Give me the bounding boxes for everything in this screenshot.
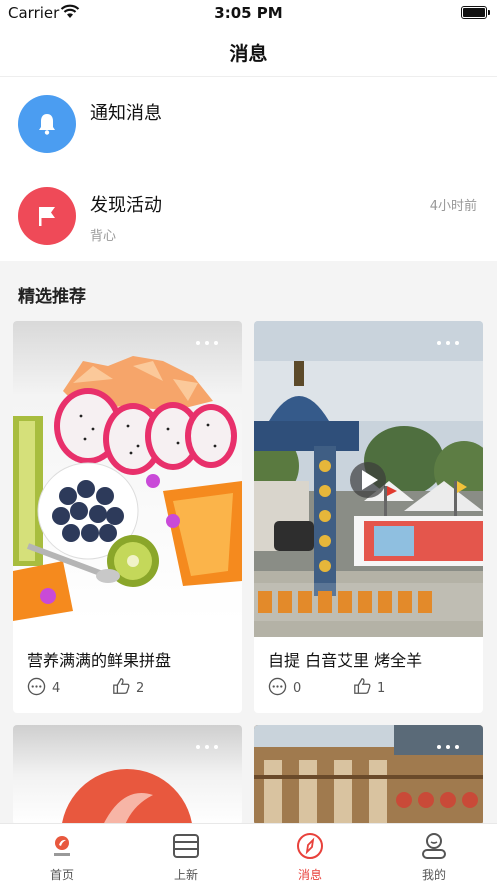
tab-messages[interactable]: 消息: [248, 824, 372, 884]
more-options-icon[interactable]: [196, 745, 220, 749]
comment-icon: [27, 677, 46, 700]
tab-label: 首页: [49, 868, 74, 882]
tab-profile[interactable]: 我的: [372, 824, 496, 884]
building-photo: [254, 725, 483, 825]
new-icon: [172, 832, 200, 864]
tab-home[interactable]: 首页: [0, 824, 124, 884]
recommend-card[interactable]: [13, 725, 242, 825]
more-options-icon[interactable]: [196, 341, 220, 345]
thumbs-up-icon: [353, 677, 371, 699]
card-title: 营养满满的鲜果拼盘: [27, 651, 172, 670]
comment-count[interactable]: 4: [27, 677, 60, 700]
more-options-icon[interactable]: [437, 341, 461, 345]
status-bar: Carrier 3:05 PM: [0, 0, 497, 26]
like-count[interactable]: 2: [112, 677, 144, 699]
like-count[interactable]: 1: [353, 677, 385, 699]
flag-icon: [18, 187, 76, 245]
recommend-card[interactable]: 自提 白音艾里 烤全羊 0 1: [254, 321, 483, 713]
message-subtitle: 背心: [90, 229, 117, 244]
comment-count[interactable]: 0: [268, 677, 301, 700]
mongolian-gate-photo: [254, 321, 483, 637]
message-time: 4小时前: [429, 199, 477, 214]
recommend-card[interactable]: [254, 725, 483, 825]
message-row-activities[interactable]: 发现活动 背心 4小时前: [0, 169, 497, 261]
message-title: 通知消息: [90, 103, 162, 124]
tab-new[interactable]: 上新: [124, 824, 248, 884]
home-logo-icon: [48, 832, 76, 864]
bell-icon: [18, 95, 76, 153]
nav-bar: 消息: [0, 26, 497, 77]
comment-count-value: 0: [293, 681, 302, 696]
comment-icon: [268, 677, 287, 700]
recommend-card[interactable]: 营养满满的鲜果拼盘 4 2: [13, 321, 242, 713]
tab-bar: 首页 上新 消息 我的: [0, 823, 497, 884]
message-row-notifications[interactable]: 通知消息: [0, 77, 497, 169]
fruit-platter-photo: [13, 321, 242, 621]
message-list: 通知消息 发现活动 背心 4小时前: [0, 77, 497, 261]
section-title: 精选推荐: [18, 287, 86, 307]
tab-label: 上新: [173, 868, 198, 882]
message-title: 发现活动: [90, 195, 162, 216]
clock: 3:05 PM: [214, 4, 283, 22]
card-title: 自提 白音艾里 烤全羊: [268, 651, 423, 670]
battery-icon: [461, 6, 490, 19]
like-count-value: 2: [136, 680, 145, 696]
like-count-value: 1: [377, 680, 386, 696]
page-title: 消息: [229, 43, 268, 65]
more-options-icon[interactable]: [437, 745, 461, 749]
comment-count-value: 4: [52, 681, 61, 696]
compass-icon: [296, 832, 324, 864]
tab-label: 我的: [421, 868, 446, 882]
app-logo-photo: [13, 725, 242, 825]
profile-icon: [420, 832, 448, 864]
thumbs-up-icon: [112, 677, 130, 699]
tab-label: 消息: [297, 868, 322, 882]
